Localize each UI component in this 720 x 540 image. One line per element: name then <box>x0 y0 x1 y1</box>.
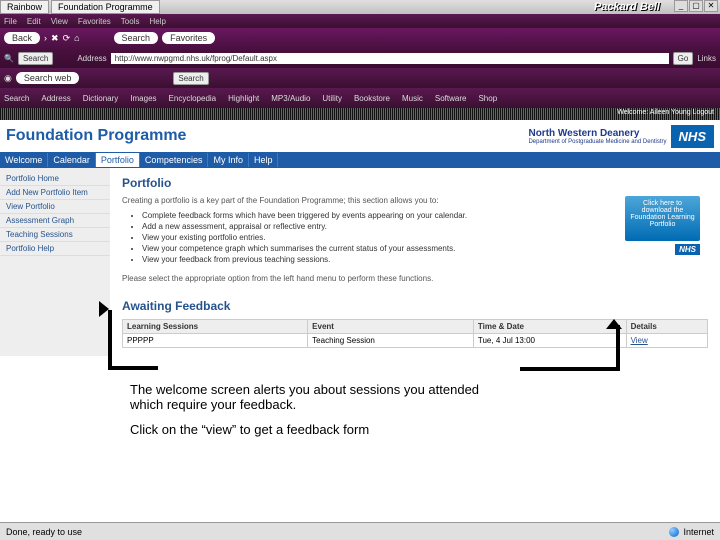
nhs-badge: NHS <box>671 125 714 148</box>
search-toolbar: ◉ Search web Search <box>0 68 720 88</box>
welcome-strip: Welcome: Aileen Young Logout <box>0 108 720 120</box>
back-button[interactable]: Back <box>4 32 40 44</box>
bullet-item: View your competence graph which summari… <box>142 244 708 253</box>
sidebar-item-add[interactable]: Add New Portfolio Item <box>0 186 110 200</box>
main-tabs: Welcome Calendar Portfolio Competencies … <box>0 152 720 168</box>
tab-portfolio[interactable]: Portfolio <box>96 153 140 167</box>
sidebar-item-home[interactable]: Portfolio Home <box>0 172 110 186</box>
sidebar-item-help[interactable]: Portfolio Help <box>0 242 110 256</box>
tab-competencies[interactable]: Competencies <box>140 153 209 167</box>
intro-text: Creating a portfolio is a key part of th… <box>122 196 708 205</box>
portfolio-sidebar: Portfolio Home Add New Portfolio Item Vi… <box>0 168 110 356</box>
deanery-sub: Department of Postgraduate Medicine and … <box>528 139 666 145</box>
address-label: Address <box>77 54 106 63</box>
main-panel: Portfolio Creating a portfolio is a key … <box>110 168 720 356</box>
tab-calendar[interactable]: Calendar <box>48 153 96 167</box>
title-bar: Rainbow Foundation Programme Packard Bel… <box>0 0 720 14</box>
menu-file[interactable]: File <box>4 17 17 26</box>
tab-myinfo[interactable]: My Info <box>208 153 249 167</box>
logo-icon: ◉ <box>4 73 12 84</box>
callout-line1: The welcome screen alerts you about sess… <box>130 382 510 412</box>
page-header: Foundation Programme North Western Deane… <box>0 120 720 152</box>
stop-icon[interactable]: ✖ <box>51 33 59 44</box>
mini-search-button[interactable]: Search <box>18 52 53 65</box>
annotation-arrow-left <box>108 310 158 370</box>
browser-tab-foundation[interactable]: Foundation Programme <box>51 0 160 14</box>
nav-toolbar: Back › ✖ ⟳ ⌂ Search Favorites <box>0 28 720 48</box>
internet-icon <box>669 527 679 537</box>
forward-icon[interactable]: › <box>44 33 47 43</box>
sidebar-item-graph[interactable]: Assessment Graph <box>0 214 110 228</box>
tb4-highlight[interactable]: Highlight <box>228 94 259 103</box>
col-details: Details <box>626 320 707 334</box>
home-icon[interactable]: ⌂ <box>74 33 79 43</box>
tab-help[interactable]: Help <box>249 153 279 167</box>
minimize-button[interactable]: _ <box>674 0 688 12</box>
links-toolbar: Search Address Dictionary Images Encyclo… <box>0 88 720 108</box>
section-title-portfolio: Portfolio <box>122 176 708 190</box>
menu-edit[interactable]: Edit <box>27 17 41 26</box>
tb4-address[interactable]: Address <box>41 94 70 103</box>
maximize-button[interactable]: ▢ <box>689 0 703 12</box>
page-title: Foundation Programme <box>6 127 186 145</box>
tb4-bookstore[interactable]: Bookstore <box>354 94 390 103</box>
tb4-utility[interactable]: Utility <box>322 94 342 103</box>
tb4-music[interactable]: Music <box>402 94 423 103</box>
menu-tools[interactable]: Tools <box>121 17 140 26</box>
favorites-button[interactable]: Favorites <box>162 32 215 44</box>
annotation-callout: The welcome screen alerts you about sess… <box>130 382 510 447</box>
view-link[interactable]: View <box>631 336 648 345</box>
deanery-name: North Western Deanery <box>528 128 666 139</box>
searchweb-button[interactable]: Search web <box>16 72 80 84</box>
sidebar-item-view[interactable]: View Portfolio <box>0 200 110 214</box>
window-controls: _ ▢ ✕ <box>673 0 718 12</box>
menu-favorites[interactable]: Favorites <box>78 17 111 26</box>
bullet-item: Complete feedback forms which have been … <box>142 211 708 220</box>
callout-line2: Click on the “view” to get a feedback fo… <box>130 422 510 437</box>
browser-tab-rainbow[interactable]: Rainbow <box>0 0 49 14</box>
tb4-shop[interactable]: Shop <box>478 94 497 103</box>
bullet-item: View your feedback from previous teachin… <box>142 255 708 264</box>
col-event: Event <box>308 320 474 334</box>
search-icon[interactable]: 🔍 <box>4 54 14 63</box>
links-label[interactable]: Links <box>697 54 716 63</box>
tb4-dictionary[interactable]: Dictionary <box>83 94 119 103</box>
tb4-encyclopedia[interactable]: Encyclopedia <box>169 94 217 103</box>
deanery-logo: North Western Deanery Department of Post… <box>528 125 714 148</box>
welcome-user: Welcome: Aileen Young Logout <box>617 109 714 116</box>
download-cta[interactable]: Click here to download the Foundation Le… <box>625 196 700 241</box>
status-left: Done, ready to use <box>6 527 82 537</box>
status-bar: Done, ready to use Internet <box>0 522 720 540</box>
nhs-minibadge: NHS <box>675 244 700 255</box>
cta-footer: NHS <box>625 244 700 256</box>
tab-welcome[interactable]: Welcome <box>0 153 48 167</box>
sidebar-item-teaching[interactable]: Teaching Sessions <box>0 228 110 242</box>
cell-event: Teaching Session <box>308 334 474 348</box>
tb4-search[interactable]: Search <box>4 94 29 103</box>
instruction-text: Please select the appropriate option fro… <box>122 274 708 283</box>
tb4-mp3[interactable]: MP3/Audio <box>271 94 310 103</box>
refresh-icon[interactable]: ⟳ <box>63 33 71 44</box>
bullet-item: Add a new assessment, appraisal or refle… <box>142 222 708 231</box>
tb4-software[interactable]: Software <box>435 94 467 103</box>
brand-label: Packard Bell <box>594 1 660 13</box>
go-button[interactable]: Go <box>673 52 694 65</box>
menu-bar: File Edit View Favorites Tools Help <box>0 14 720 28</box>
annotation-arrow-right <box>520 325 620 371</box>
search-go-button[interactable]: Search <box>173 72 208 85</box>
status-zone: Internet <box>683 527 714 537</box>
bullet-item: View your existing portfolio entries. <box>142 233 708 242</box>
tb4-images[interactable]: Images <box>130 94 156 103</box>
address-toolbar: 🔍 Search Address http://www.nwpgmd.nhs.u… <box>0 48 720 68</box>
address-input[interactable]: http://www.nwpgmd.nhs.uk/fprog/Default.a… <box>111 53 669 64</box>
search-button[interactable]: Search <box>114 32 159 44</box>
close-button[interactable]: ✕ <box>704 0 718 12</box>
menu-help[interactable]: Help <box>149 17 165 26</box>
section-title-awaiting: Awaiting Feedback <box>122 299 708 313</box>
bullet-list: Complete feedback forms which have been … <box>142 211 708 264</box>
menu-view[interactable]: View <box>51 17 68 26</box>
